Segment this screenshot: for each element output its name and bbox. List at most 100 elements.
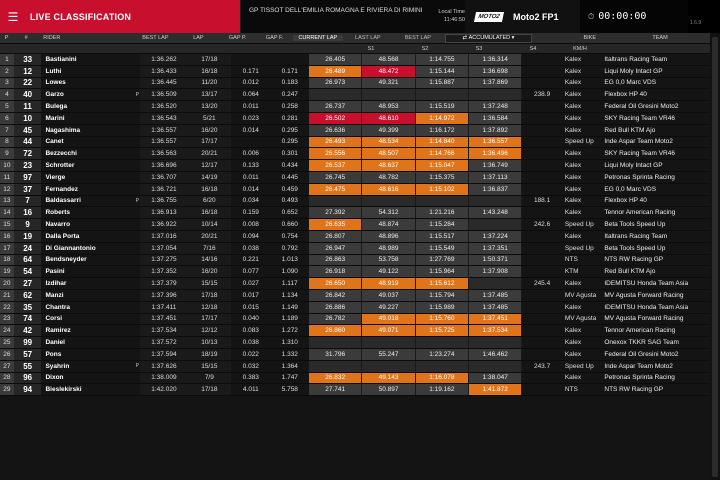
sector-2-cell: 48.568 [362, 54, 416, 65]
lap-count-cell: 13/20 [187, 101, 232, 112]
speed-cell [522, 325, 562, 337]
sector-2-cell [362, 89, 416, 101]
col-lap[interactable]: LAP [177, 33, 219, 43]
best-lap-cell: 1:37.379 [140, 278, 188, 289]
col-bike[interactable]: BIKE [569, 33, 608, 43]
lap-count-cell: 17/17 [187, 136, 232, 148]
col-gap-first[interactable]: GAP F. [256, 33, 293, 43]
best-lap-cell: 1:37.411 [140, 301, 188, 313]
table-row[interactable]: 1 33 Bastianini 1:36.262 17/18 26.405 48.568 1:… [0, 54, 711, 66]
position-cell: 10 [0, 160, 14, 171]
sector-1-cell: 26.860 [309, 325, 363, 337]
rider-number: 99 [13, 337, 42, 348]
col-rider[interactable]: RIDER [39, 33, 133, 43]
gap-first-cell: 0.281 [270, 112, 310, 124]
best-lap-cell: 1:36.520 [140, 101, 188, 112]
team-cell: Red Bull KTM Ajo [601, 124, 711, 136]
table-row[interactable]: 18 64 Bendsneyder 1:37.275 14/16 0.221 1.013 26… [0, 254, 711, 267]
table-row[interactable]: 6 10 Marini 1:36.543 5/21 0.023 0.281 26.502 48.… [0, 112, 711, 125]
gap-first-cell: 0.295 [270, 124, 310, 136]
best-lap-cell: 1:38.009 [140, 372, 188, 384]
scrollbar-thumb[interactable] [712, 37, 718, 477]
table-row[interactable]: 23 74 Corsi 1:37.451 17/17 0.040 1.189 26.782 49… [0, 313, 711, 326]
tab-last-lap[interactable]: LAST LAP [343, 35, 393, 41]
table-row[interactable]: 25 99 Daniel 1:37.572 10/13 0.038 1.310 Kalex On… [0, 337, 711, 349]
table-row[interactable]: 15 9 Navarro 1:36.922 10/14 0.008 0.660 26.635 4… [0, 219, 711, 231]
col-best-lap[interactable]: BEST LAP [132, 33, 178, 43]
gap-first-cell: 1.189 [270, 313, 310, 325]
sector-2-cell: 49.399 [362, 124, 416, 136]
sector-3-cell: 1:15.964 [415, 266, 470, 278]
rider-name: Navarro [41, 219, 135, 230]
sector-1-cell [309, 360, 363, 372]
table-row[interactable]: 24 42 Ramirez 1:37.534 12/12 0.083 1.272 26.860… [0, 325, 711, 338]
gap-prev-cell [231, 54, 271, 65]
rider-name: Syahrin [41, 360, 135, 372]
rider-number: 22 [13, 77, 42, 89]
menu-icon[interactable]: ☰ [0, 0, 26, 33]
table-row[interactable]: 7 45 Nagashima 1:36.557 16/20 0.014 0.295 26.63… [0, 124, 711, 137]
local-time-label: Local Time [438, 9, 465, 15]
speed-cell [522, 384, 562, 396]
sector-3-cell: 1:23.274 [415, 348, 470, 360]
tab-current-lap[interactable]: CURRENT LAP [292, 35, 343, 41]
table-row[interactable]: 10 23 Schrotter 1:36.696 12/17 0.133 0.434 26.5… [0, 160, 711, 172]
bike-cell: Kalex [561, 89, 602, 101]
table-row[interactable]: 16 19 Dalla Porta 1:37.016 20/21 0.094 0.754 26… [0, 230, 711, 243]
rider-name: Marini [41, 112, 135, 124]
bike-cell: Kalex [561, 124, 602, 136]
table-row[interactable]: 2 12 Luthi 1:36.433 16/18 0.171 0.171 26.489 48.… [0, 65, 711, 78]
tab-best-lap[interactable]: BEST LAP [393, 35, 443, 41]
table-row[interactable]: 11 97 Vierge 1:36.707 14/19 0.011 0.445 26.745 4… [0, 171, 711, 184]
best-lap-cell: 1:36.557 [140, 136, 188, 148]
sector-1-cell: 26.886 [309, 301, 363, 313]
gap-prev-cell: 0.038 [231, 242, 271, 254]
gap-first-cell: 1.364 [270, 360, 310, 372]
speed-cell [522, 207, 562, 219]
col-number[interactable]: # [13, 33, 40, 43]
table-row[interactable]: 26 57 Pons 1:37.594 18/19 0.022 1.332 31.796 55.… [0, 348, 711, 361]
team-cell: Petronas Sprinta Racing [601, 372, 711, 384]
table-row[interactable]: 14 16 Roberts 1:36.913 16/18 0.159 0.652 27.392… [0, 207, 711, 220]
lap-count-cell: 17/18 [187, 384, 232, 396]
scrollbar[interactable] [710, 33, 720, 480]
table-row[interactable]: 19 54 Pasini 1:37.352 16/20 0.077 1.090 26.918 4… [0, 266, 711, 279]
col-position[interactable]: P [0, 33, 14, 43]
best-lap-cell: 1:37.016 [140, 230, 188, 242]
table-row[interactable]: 17 24 Di Giannantonio 1:37.054 7/16 0.038 0.79… [0, 242, 711, 255]
col-gap-prev[interactable]: GAP P. [218, 33, 257, 43]
gap-prev-cell: 0.040 [231, 313, 271, 325]
table-row[interactable]: 21 62 Manzi 1:37.396 17/18 0.017 1.134 26.842 49… [0, 289, 711, 302]
table-row[interactable]: 5 11 Bulega 1:36.520 13/20 0.011 0.258 26.737 48… [0, 101, 711, 113]
speed-cell [522, 112, 562, 124]
speed-cell [522, 148, 562, 160]
team-cell: Beta Tools Speed Up [601, 242, 711, 254]
gap-first-cell: 0.295 [270, 136, 310, 148]
position-cell: 18 [0, 254, 14, 266]
table-row[interactable]: 12 37 Fernandez 1:36.721 16/18 0.014 0.459 26.4… [0, 183, 711, 196]
table-row[interactable]: 29 94 Bieslekirski 1:42.020 17/18 4.011 5.758 2… [0, 384, 711, 397]
lap-count-cell: 14/16 [187, 254, 232, 266]
gap-prev-cell: 0.133 [231, 160, 271, 171]
table-row[interactable]: 22 35 Chantra 1:37.411 12/18 0.015 1.149 26.886… [0, 301, 711, 314]
table-row[interactable]: 27 55 Syahrin P 1:37.626 15/15 0.032 1.364 243.7… [0, 360, 711, 373]
position-cell: 26 [0, 348, 14, 360]
sector-3-cell: 1:15.517 [415, 230, 470, 242]
table-row[interactable]: 28 96 Dixon 1:38.009 7/9 0.383 1.747 26.832 49.1… [0, 372, 711, 385]
table-row[interactable]: 8 44 Canet 1:36.557 17/17 0.295 26.493 48.534 1:… [0, 136, 711, 149]
sector-4-cell: 1:36.749 [469, 160, 523, 171]
best-lap-cell: 1:37.572 [140, 337, 188, 348]
table-row[interactable]: 3 22 Lowes 1:36.445 11/20 0.012 0.183 26.973 49.… [0, 77, 711, 90]
sector-3-cell: 1:15.102 [415, 183, 470, 195]
sector-2-cell: 54.312 [362, 207, 416, 219]
col-team[interactable]: TEAM [607, 33, 711, 43]
col-speed-head [532, 33, 569, 43]
table-row[interactable]: 13 7 Baldassarri P 1:36.755 6/20 0.034 0.493 188… [0, 195, 711, 208]
rider-number: 74 [13, 313, 42, 325]
table-row[interactable]: 9 72 Bezzecchi 1:36.563 20/21 0.006 0.301 26.55… [0, 148, 711, 161]
table-row[interactable]: 20 27 Izdihar 1:37.379 15/15 0.027 1.117 26.650… [0, 278, 711, 290]
sector-3-cell [415, 337, 470, 348]
accumulated-select[interactable]: ⇄ ACCUMULATED ▾ [444, 33, 533, 43]
table-row[interactable]: 4 40 Garzo P 1:36.509 13/17 0.064 0.247 238.9 Kal… [0, 89, 711, 102]
rider-number: 23 [13, 160, 42, 171]
